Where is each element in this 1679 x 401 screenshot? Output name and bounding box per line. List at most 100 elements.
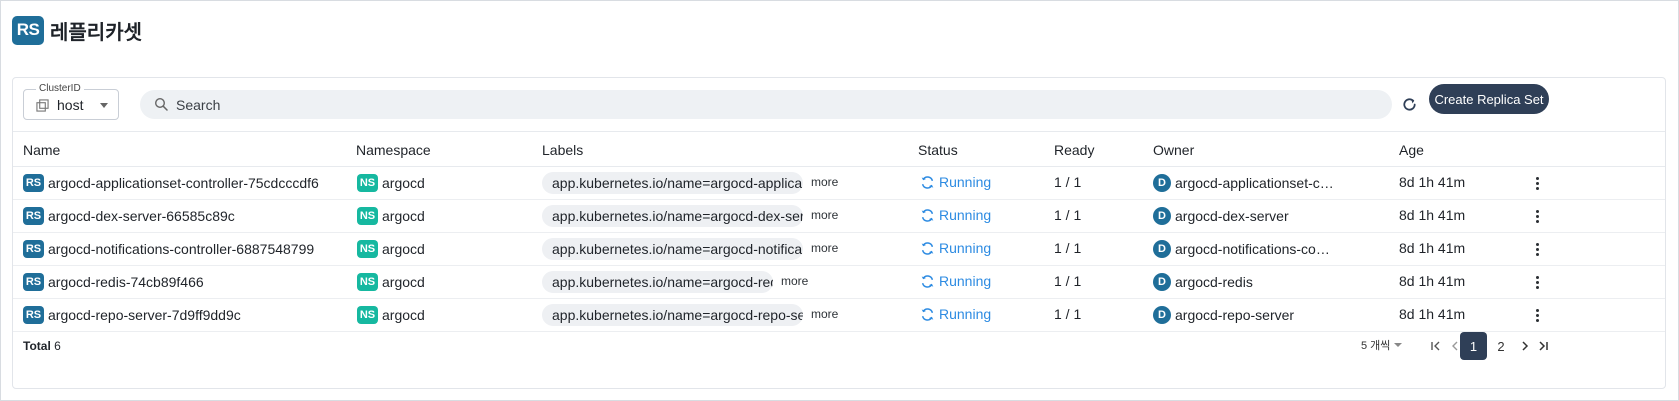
create-replica-set-button[interactable]: Create Replica Set <box>1429 84 1549 114</box>
label-chip: app.kubernetes.io/name=argocd-dex-ser… <box>542 205 803 227</box>
chevron-down-icon <box>1394 343 1403 347</box>
table-row[interactable]: RS argocd-notifications-controller-688754… <box>13 233 1665 266</box>
running-icon <box>921 241 934 255</box>
table-row[interactable]: RS argocd-redis-74cb89f466 NS argocd app.kub… <box>13 266 1665 299</box>
namespace-badge: NS <box>357 273 378 291</box>
owner-link[interactable]: argocd-redis <box>1175 274 1253 290</box>
last-page-icon[interactable] <box>1532 332 1554 360</box>
owner-cell: Dargocd-applicationset-c… <box>1153 174 1334 192</box>
refresh-icon[interactable] <box>1398 93 1420 115</box>
label-text: app.kubernetes.io/name=argocd-applica… <box>552 175 803 191</box>
total-count: Total 6 <box>23 339 61 353</box>
namespace-cell: NS argocd <box>357 306 425 324</box>
labels-more-link[interactable]: more <box>781 274 808 288</box>
replicaset-name-link[interactable]: argocd-applicationset-controller-75cdccc… <box>48 175 319 191</box>
table-body: RS argocd-applicationset-controller-75cdc… <box>13 167 1665 332</box>
labels-more-link[interactable]: more <box>811 241 838 255</box>
search-input[interactable] <box>176 90 1376 119</box>
table-header: Name Namespace Labels Status Ready Owner… <box>13 132 1665 167</box>
running-icon <box>921 274 934 288</box>
table-row[interactable]: RS argocd-dex-server-66585c89c NS argocd app… <box>13 200 1665 233</box>
ready-cell: 1 / 1 <box>1054 207 1082 223</box>
chevron-down-icon <box>100 103 108 108</box>
owner-link[interactable]: argocd-notifications-co… <box>1175 241 1330 257</box>
replicaset-name-link[interactable]: argocd-redis-74cb89f466 <box>48 274 204 290</box>
column-header-age[interactable]: Age <box>1399 142 1424 158</box>
page-button-2[interactable]: 2 <box>1490 332 1512 360</box>
replicaset-name-link[interactable]: argocd-repo-server-7d9ff9dd9c <box>48 307 241 323</box>
replicaset-badge: RS <box>23 240 44 258</box>
labels-more-link[interactable]: more <box>811 175 838 189</box>
status-cell: Running <box>920 207 991 223</box>
status-text: Running <box>939 207 992 223</box>
deployment-badge: D <box>1153 207 1171 225</box>
total-label: Total <box>23 339 51 353</box>
rows-per-page-select[interactable]: 5 개씩 <box>1361 337 1403 353</box>
namespace-badge: NS <box>357 306 378 324</box>
cluster-select-label: ClusterID <box>36 82 84 96</box>
namespace-link[interactable]: argocd <box>382 175 425 191</box>
namespace-cell: NS argocd <box>357 240 425 258</box>
status-cell: Running <box>920 240 991 256</box>
age-cell: 8d 1h 41m <box>1399 240 1466 256</box>
replicaset-name-link[interactable]: argocd-dex-server-66585c89c <box>48 208 235 224</box>
owner-cell: Dargocd-dex-server <box>1153 207 1289 225</box>
replicaset-badge: RS <box>23 207 44 225</box>
more-actions-icon[interactable] <box>1531 207 1543 225</box>
running-icon <box>921 208 934 222</box>
name-cell: RS argocd-dex-server-66585c89c <box>23 207 235 225</box>
toolbar: ClusterID host Create Replica Set <box>13 78 1665 132</box>
status-cell: Running <box>920 306 991 322</box>
rows-per-page-value: 5 개씩 <box>1361 340 1391 352</box>
labels-more-link[interactable]: more <box>811 307 838 321</box>
replicaset-name-link[interactable]: argocd-notifications-controller-68875487… <box>48 241 314 257</box>
ready-cell: 1 / 1 <box>1054 273 1082 289</box>
namespace-badge: NS <box>357 240 378 258</box>
namespace-cell: NS argocd <box>357 207 425 225</box>
replicaset-table: Name Namespace Labels Status Ready Owner… <box>13 132 1665 332</box>
column-header-ready[interactable]: Ready <box>1054 142 1094 158</box>
page-button-1[interactable]: 1 <box>1460 332 1487 360</box>
page-header: RS 레플리카셋 <box>12 15 142 45</box>
more-actions-icon[interactable] <box>1531 174 1543 192</box>
label-text: app.kubernetes.io/name=argocd-repo-se… <box>552 307 803 323</box>
owner-link[interactable]: argocd-dex-server <box>1175 208 1289 224</box>
ready-cell: 1 / 1 <box>1054 306 1082 322</box>
age-cell: 8d 1h 41m <box>1399 273 1466 289</box>
column-header-status[interactable]: Status <box>918 142 958 158</box>
more-actions-icon[interactable] <box>1531 306 1543 324</box>
namespace-badge: NS <box>357 174 378 192</box>
column-header-name[interactable]: Name <box>23 142 60 158</box>
cluster-icon <box>36 99 49 112</box>
column-header-labels[interactable]: Labels <box>542 142 583 158</box>
cluster-select-value: host <box>57 97 84 113</box>
label-chip: app.kubernetes.io/name=argocd-redis <box>542 271 773 293</box>
namespace-link[interactable]: argocd <box>382 208 425 224</box>
namespace-link[interactable]: argocd <box>382 241 425 257</box>
age-cell: 8d 1h 41m <box>1399 174 1466 190</box>
namespace-link[interactable]: argocd <box>382 274 425 290</box>
labels-more-link[interactable]: more <box>811 208 838 222</box>
owner-link[interactable]: argocd-applicationset-c… <box>1175 175 1334 191</box>
page-title: 레플리카셋 <box>50 21 142 44</box>
column-header-namespace[interactable]: Namespace <box>356 142 431 158</box>
more-actions-icon[interactable] <box>1531 240 1543 258</box>
column-header-owner[interactable]: Owner <box>1153 142 1194 158</box>
cluster-select[interactable]: ClusterID host <box>23 82 119 120</box>
owner-link[interactable]: argocd-repo-server <box>1175 307 1294 323</box>
search-box[interactable] <box>140 90 1392 119</box>
status-text: Running <box>939 240 992 256</box>
deployment-badge: D <box>1153 306 1171 324</box>
name-cell: RS argocd-redis-74cb89f466 <box>23 273 204 291</box>
table-row[interactable]: RS argocd-applicationset-controller-75cdc… <box>13 167 1665 200</box>
replicaset-badge: RS <box>23 174 44 192</box>
more-actions-icon[interactable] <box>1531 273 1543 291</box>
age-cell: 8d 1h 41m <box>1399 306 1466 322</box>
namespace-badge: NS <box>357 207 378 225</box>
label-chip: app.kubernetes.io/name=argocd-repo-se… <box>542 304 803 326</box>
deployment-badge: D <box>1153 240 1171 258</box>
namespace-link[interactable]: argocd <box>382 307 425 323</box>
namespace-cell: NS argocd <box>357 273 425 291</box>
table-footer: Total 6 5 개씩 1 2 <box>13 326 1665 365</box>
namespace-cell: NS argocd <box>357 174 425 192</box>
